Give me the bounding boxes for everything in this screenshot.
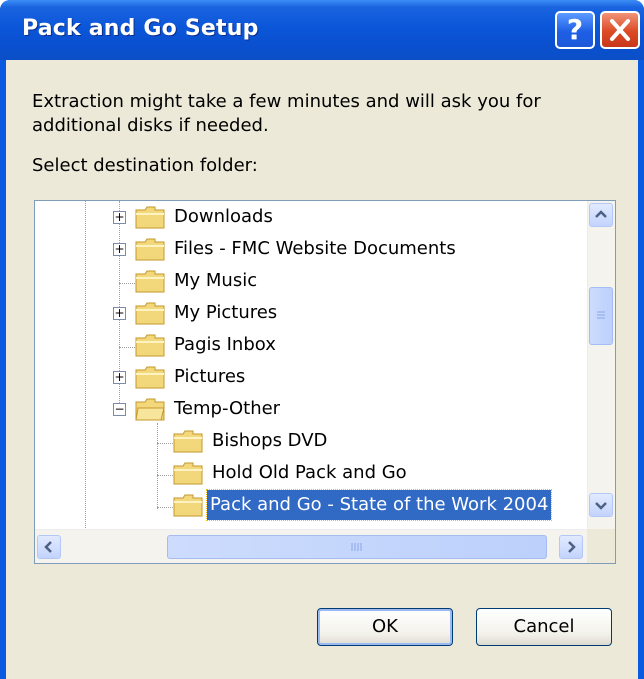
tree-node-label: Pictures <box>174 366 246 387</box>
collapse-icon[interactable]: − <box>113 403 126 416</box>
tree-node-label: Pack and Go - State of the Work 2004 <box>205 489 553 521</box>
expand-icon[interactable]: + <box>113 211 126 224</box>
tree-node[interactable]: − Temp-Other <box>35 394 589 424</box>
folder-icon <box>135 238 165 261</box>
info-message: Extraction might take a few minutes and … <box>32 91 541 136</box>
horizontal-scroll-thumb[interactable] <box>167 535 547 559</box>
close-icon <box>610 19 630 41</box>
tree-node[interactable]: Pagis Inbox <box>35 330 589 360</box>
help-button[interactable]: ? <box>555 11 595 49</box>
help-icon: ? <box>566 13 584 46</box>
vertical-scroll-thumb[interactable] <box>589 287 613 345</box>
expand-icon[interactable]: + <box>113 371 126 384</box>
tree-node-label: Temp-Other <box>174 398 281 419</box>
chevron-up-icon <box>595 210 607 218</box>
tree-node[interactable]: + Downloads <box>35 202 589 232</box>
tree-node[interactable]: + Pictures <box>35 362 589 392</box>
chevron-left-icon <box>44 541 52 553</box>
tree-node-label: My Pictures <box>174 302 278 323</box>
scrollbar-corner <box>587 529 615 563</box>
vertical-scrollbar[interactable] <box>587 201 615 529</box>
tree-node-label: Hold Old Pack and Go <box>212 462 407 483</box>
folder-icon <box>135 206 165 229</box>
tree-node-label: Bishops DVD <box>212 430 328 451</box>
tree-node-label: Files - FMC Website Documents <box>174 238 456 259</box>
chevron-down-icon <box>595 502 607 510</box>
horizontal-scrollbar[interactable] <box>35 529 589 563</box>
expand-icon[interactable]: + <box>113 243 126 256</box>
title-bar[interactable]: Pack and Go Setup ? <box>0 0 644 60</box>
dialog-window: Pack and Go Setup ? Extraction might tak… <box>0 0 644 679</box>
ok-button[interactable]: OK <box>317 608 453 646</box>
tree-node-label: Downloads <box>174 206 273 227</box>
tree-node-selected[interactable]: Pack and Go - State of the Work 2004 <box>35 489 589 521</box>
cancel-button[interactable]: Cancel <box>476 608 612 646</box>
folder-icon <box>173 430 203 453</box>
scroll-left-button[interactable] <box>37 535 61 559</box>
grip-icon <box>597 311 605 319</box>
folder-icon <box>135 366 165 389</box>
tree-node[interactable]: Hold Old Pack and Go <box>35 458 589 488</box>
folder-tree[interactable]: + Downloads + Files - FMC Website Docume… <box>34 200 616 564</box>
window-title: Pack and Go Setup <box>22 16 259 41</box>
grip-icon <box>351 543 362 551</box>
close-button[interactable] <box>600 11 640 49</box>
tree-node[interactable]: Bishops DVD <box>35 426 589 456</box>
tree-node-label: My Music <box>174 270 258 291</box>
tree-node[interactable]: My Music <box>35 266 589 296</box>
tree-node[interactable]: + Files - FMC Website Documents <box>35 234 589 264</box>
folder-icon <box>135 334 165 357</box>
dialog-body: Extraction might take a few minutes and … <box>6 60 638 679</box>
tree-node-label: Pagis Inbox <box>174 334 276 355</box>
folder-icon <box>135 302 165 325</box>
folder-icon <box>173 494 203 517</box>
select-folder-label: Select destination folder: <box>32 155 258 176</box>
scroll-right-button[interactable] <box>559 535 583 559</box>
folder-icon <box>173 462 203 485</box>
scroll-up-button[interactable] <box>589 203 613 227</box>
folder-open-icon <box>135 398 165 421</box>
expand-icon[interactable]: + <box>113 307 126 320</box>
tree-node[interactable]: + My Pictures <box>35 298 589 328</box>
folder-icon <box>135 270 165 293</box>
scroll-down-button[interactable] <box>589 493 613 517</box>
chevron-right-icon <box>568 541 576 553</box>
